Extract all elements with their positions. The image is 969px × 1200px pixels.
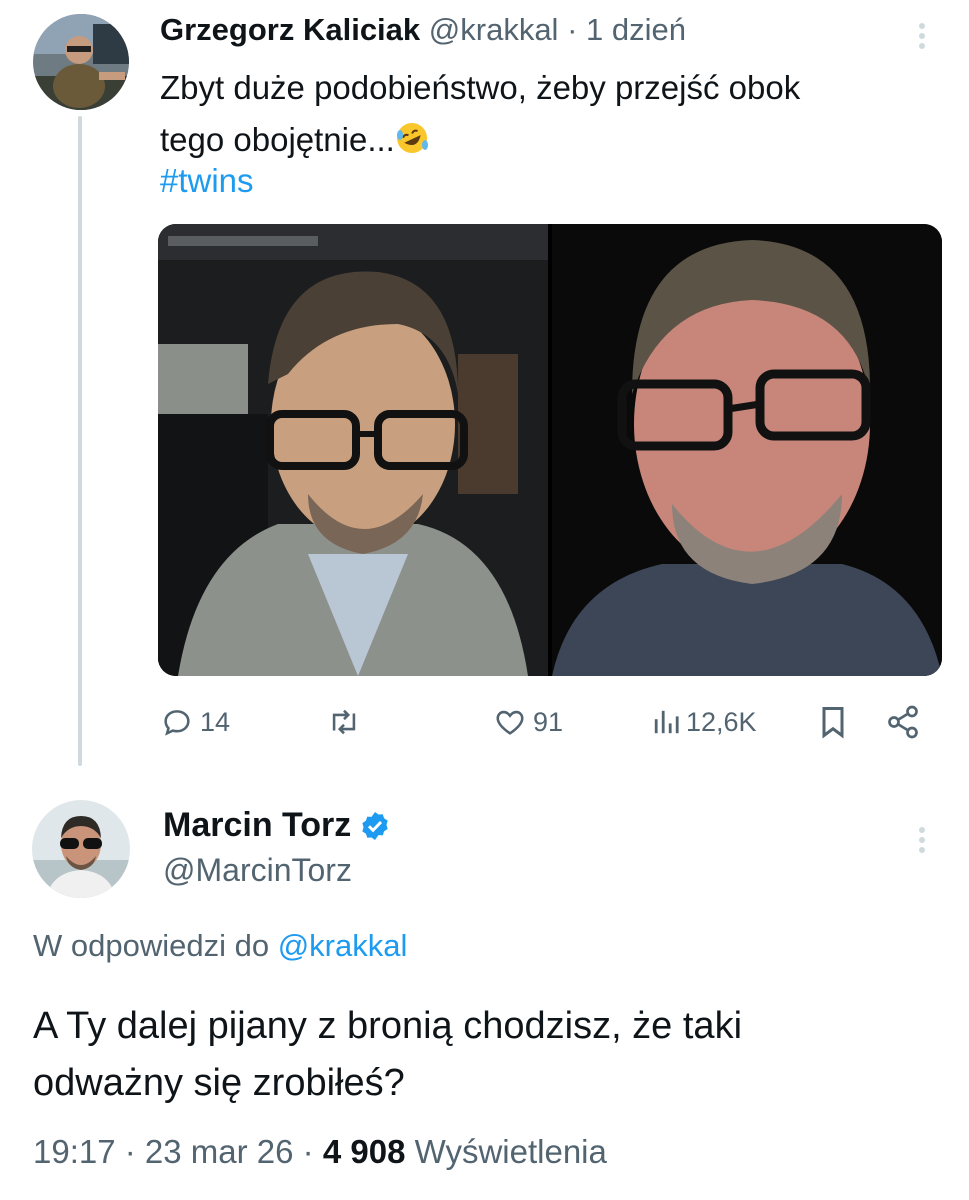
tweet2-meta: 19:17 · 23 mar 26 · 4 908 Wyświetlenia <box>33 1133 607 1171</box>
reply-count: 14 <box>200 706 231 737</box>
tweet1-media[interactable] <box>158 224 942 676</box>
retweet-action[interactable] <box>325 702 363 742</box>
like-icon <box>496 710 524 735</box>
reply-mention-link[interactable]: @krakkal <box>278 928 408 963</box>
tweet1-separator: · <box>558 12 587 47</box>
tweet2-author: Marcin Torz <box>163 806 391 845</box>
tweet2-views-label: Wyświetlenia <box>405 1133 607 1170</box>
share-icon <box>888 705 918 739</box>
tweet1-handle[interactable]: @krakkal <box>429 12 559 47</box>
tweet2-author-name[interactable]: Marcin Torz <box>163 806 351 845</box>
reply-prefix: W odpowiedzi do <box>33 928 278 963</box>
reply-context: W odpowiedzi do @krakkal <box>33 928 407 964</box>
tweet2-time[interactable]: 19:17 <box>33 1133 116 1170</box>
tweet2-text-line1: A Ty dalej pijany z bronią chodzisz, że … <box>33 1005 743 1047</box>
avatar-marcin[interactable] <box>32 800 130 898</box>
share-action[interactable] <box>885 702 921 742</box>
tweet2-text-line2: odważny się zrobiłeś? <box>33 1062 405 1104</box>
rolling-laughing-emoji-icon <box>395 118 429 153</box>
views-count: 12,6K <box>686 706 757 737</box>
bookmark-action[interactable] <box>818 702 848 742</box>
meta-dot: · <box>115 1133 145 1170</box>
views-icon <box>654 710 679 734</box>
tweet1-text-line2: tego obojętnie... <box>160 121 395 158</box>
tweet1-author-name[interactable]: Grzegorz Kaliciak <box>160 12 420 47</box>
more-options-icon[interactable] <box>912 822 932 862</box>
reply-icon <box>164 710 190 736</box>
bookmark-icon <box>822 707 844 739</box>
photo-right[interactable] <box>552 224 942 676</box>
tweet1-time[interactable]: 1 dzień <box>586 12 686 47</box>
retweet-icon <box>332 709 356 735</box>
tweet1-text: Zbyt duże podobieństwo, żeby przejść obo… <box>160 62 930 166</box>
tweet2-views-count: 4 908 <box>322 1133 406 1170</box>
tweet2-handle[interactable]: @MarcinTorz <box>163 852 352 889</box>
tweet1-text-line1: Zbyt duże podobieństwo, żeby przejść obo… <box>160 69 801 106</box>
views-action[interactable]: 12,6K <box>652 702 757 742</box>
reply-action[interactable]: 14 <box>160 702 230 742</box>
tweet2-date[interactable]: 23 mar 26 <box>145 1133 294 1170</box>
like-action[interactable]: 91 <box>493 702 563 742</box>
avatar-grzegorz[interactable] <box>33 14 129 110</box>
tweet1-header: Grzegorz Kaliciak @krakkal · 1 dzień <box>160 12 686 48</box>
verified-badge-icon <box>362 811 388 840</box>
tweet2-text: A Ty dalej pijany z bronią chodzisz, że … <box>33 998 933 1112</box>
like-count: 91 <box>533 706 564 737</box>
tweet1-hashtag[interactable]: #twins <box>160 162 254 200</box>
more-options-icon[interactable] <box>912 18 932 58</box>
photo-left[interactable] <box>158 224 548 676</box>
meta-dot: · <box>293 1133 323 1170</box>
thread-line <box>78 116 82 766</box>
